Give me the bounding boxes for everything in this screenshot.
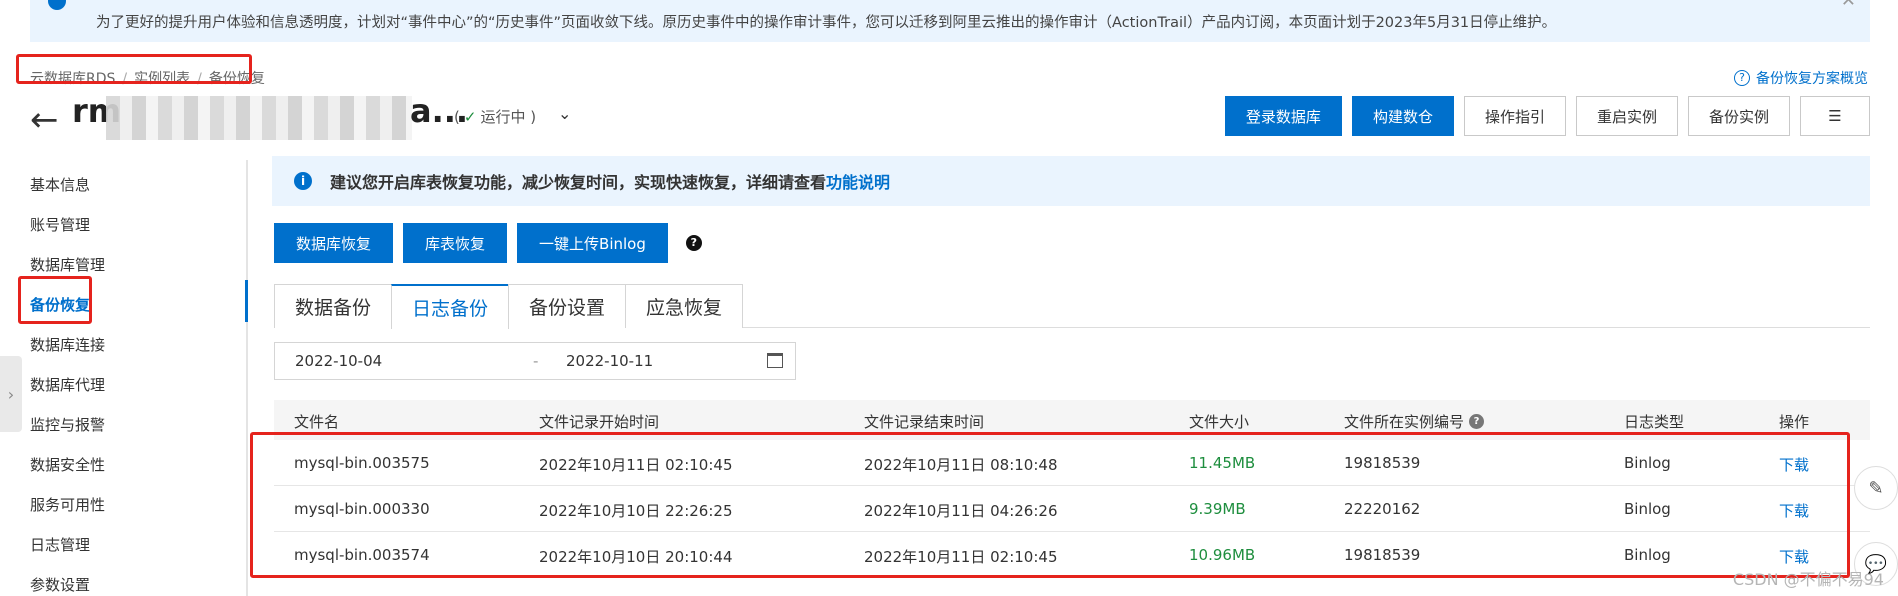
edit-icon[interactable]: ✎: [1854, 466, 1898, 510]
notice-banner: 为了更好的提升用户体验和信息透明度，计划对“事件中心”的“历史事件”页面收敛下线…: [30, 0, 1870, 42]
table-restore-button[interactable]: 库表恢复: [403, 223, 508, 263]
date-end[interactable]: 2022-10-11: [566, 352, 653, 370]
column-header-end-time: 文件记录结束时间: [864, 413, 985, 431]
sidebar-item-accounts[interactable]: 账号管理: [30, 214, 90, 235]
status-label: 运行中: [480, 108, 526, 126]
help-link[interactable]: ? 备份恢复方案概览: [1734, 68, 1868, 88]
chevron-down-icon[interactable]: ⌄: [558, 104, 571, 123]
column-header-action: 操作: [1779, 413, 1810, 431]
sidebar-item-security[interactable]: 数据安全性: [30, 454, 105, 475]
tab-backup-settings[interactable]: 备份设置: [508, 284, 627, 328]
column-header-file-size: 文件大小: [1189, 413, 1250, 431]
sidebar-item-db-proxy[interactable]: 数据库代理: [30, 374, 105, 395]
instance-status: (✓ 运行中 ): [454, 108, 537, 126]
tip-link[interactable]: 功能说明: [826, 169, 890, 193]
column-header-log-type: 日志类型: [1624, 413, 1685, 431]
backup-instance-button[interactable]: 备份实例: [1687, 96, 1790, 136]
calendar-icon[interactable]: [767, 353, 783, 368]
top-actions: 登录数据库 构建数仓 操作指引 重启实例 备份实例 ☰: [1224, 96, 1870, 136]
sidebar-item-parameters[interactable]: 参数设置: [30, 574, 90, 595]
db-restore-button[interactable]: 数据库恢复: [274, 223, 394, 263]
column-header-instance-id: 文件所在实例编号?: [1344, 411, 1485, 432]
sidebar-item-basic-info[interactable]: 基本信息: [30, 174, 90, 195]
date-start[interactable]: 2022-10-04: [295, 352, 382, 370]
login-db-button[interactable]: 登录数据库: [1224, 96, 1342, 136]
sidebar-item-logs[interactable]: 日志管理: [30, 534, 90, 555]
sidebar-item-db-connection[interactable]: 数据库连接: [30, 334, 105, 355]
upload-binlog-button[interactable]: 一键上传Binlog: [517, 223, 668, 263]
build-warehouse-button[interactable]: 构建数仓: [1351, 96, 1454, 136]
tab-data-backup[interactable]: 数据备份: [274, 284, 393, 328]
watermark: CSDN @不偏不易94: [1732, 570, 1884, 589]
column-header-file-name: 文件名: [294, 413, 340, 431]
collapse-sidebar-chevron-icon[interactable]: ›: [0, 356, 22, 432]
sidebar-item-databases[interactable]: 数据库管理: [30, 254, 105, 275]
restart-instance-button[interactable]: 重启实例: [1575, 96, 1678, 136]
info-icon: i: [294, 172, 312, 190]
sidebar-item-monitoring[interactable]: 监控与报警: [30, 414, 105, 435]
tab-log-backup[interactable]: 日志备份: [391, 284, 510, 329]
check-icon: ✓: [463, 108, 477, 126]
tab-bar: 数据备份 日志备份 备份设置 应急恢复: [274, 284, 1870, 329]
question-icon[interactable]: ?: [1469, 414, 1485, 429]
info-icon: [48, 0, 66, 10]
highlight-box-sidebar-backup: [18, 276, 92, 324]
close-icon[interactable]: ✕: [1841, 0, 1856, 11]
tab-emergency-restore[interactable]: 应急恢复: [625, 284, 744, 328]
highlight-box-table: [250, 432, 1850, 578]
date-separator: -: [533, 352, 539, 370]
tip-banner: i 建议您开启库表恢复功能，减少恢复时间，实现快速恢复，详细请查看 功能说明: [272, 156, 1870, 206]
more-menu-button[interactable]: ☰: [1800, 96, 1870, 136]
sidebar-active-indicator: [245, 280, 248, 322]
sidebar: 基本信息 账号管理 数据库管理 备份恢复 数据库连接 数据库代理 监控与报警 数…: [0, 160, 248, 596]
notice-text: 为了更好的提升用户体验和信息透明度，计划对“事件中心”的“历史事件”页面收敛下线…: [96, 15, 1557, 31]
highlight-box-breadcrumb: [16, 54, 252, 84]
sidebar-item-availability[interactable]: 服务可用性: [30, 494, 105, 515]
date-range-picker[interactable]: 2022-10-04 - 2022-10-11: [274, 342, 796, 380]
back-arrow-icon[interactable]: ←: [30, 100, 59, 140]
guide-button[interactable]: 操作指引: [1463, 96, 1566, 136]
operation-buttons: 数据库恢复 库表恢复 一键上传Binlog ?: [274, 223, 702, 263]
list-icon: ☰: [1828, 107, 1842, 125]
question-icon: ?: [1734, 70, 1750, 86]
tip-message: 建议您开启库表恢复功能，减少恢复时间，实现快速恢复，详细请查看: [330, 173, 827, 192]
column-header-start-time: 文件记录开始时间: [539, 413, 660, 431]
redacted-instance-id: [106, 96, 412, 140]
help-link-label: 备份恢复方案概览: [1756, 71, 1868, 87]
question-icon[interactable]: ?: [685, 235, 702, 251]
